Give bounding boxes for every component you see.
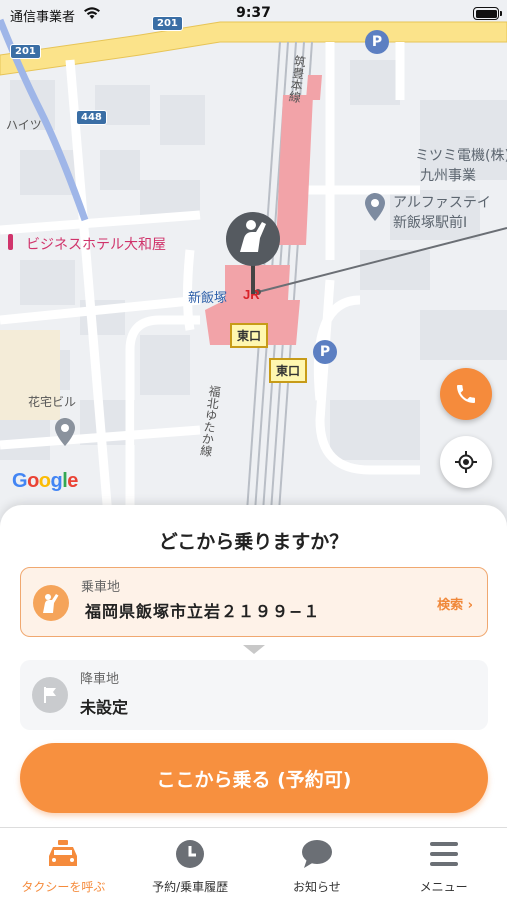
pickup-label: 乗車地 [81, 580, 121, 595]
map-label-hotel: ビジネスホテル大和屋 [26, 237, 166, 253]
dropoff-value: 未設定 [80, 698, 129, 717]
dropoff-label: 降車地 [80, 672, 120, 687]
battery-icon [473, 7, 502, 20]
flag-icon [32, 677, 68, 713]
map-label-east-exit: 東口 [230, 323, 269, 348]
chat-bubble-icon [300, 838, 334, 870]
map-label-mitsumi-1: ミツミ電機(株) [415, 148, 507, 164]
status-time: 9:37 [236, 5, 271, 21]
map-label-haitsu: ハイツ [6, 118, 42, 132]
current-location-button[interactable] [440, 436, 492, 488]
tab-label: タクシーを呼ぶ [21, 880, 106, 894]
map-view[interactable]: 新飯塚 JR ビジネスホテル大和屋 ミツミ電機(株) 九州事業 アルファステイ … [0, 0, 507, 540]
tab-label: 予約/乗車履歴 [152, 880, 229, 894]
crosshair-icon [455, 451, 477, 473]
taxi-icon [46, 838, 80, 870]
pickup-address: 福岡県飯塚市立岩２１９９−１ [85, 602, 321, 621]
search-link[interactable]: 検索 › [437, 594, 473, 613]
tab-notices[interactable]: お知らせ [254, 828, 381, 900]
ride-request-sheet: どこから乗りますか？ 乗車地 福岡県飯塚市立岩２１９９−１ 検索 › 降車地 未… [0, 505, 507, 827]
tab-label: メニュー [419, 880, 468, 894]
tab-label: お知らせ [292, 880, 341, 894]
hand-raise-person-icon [33, 585, 69, 621]
pickup-location-pin-icon [226, 212, 280, 294]
map-label-alpha-1: アルファステイ [393, 195, 491, 211]
poi-pin-icon [365, 193, 385, 221]
route-448-shield: 448 [76, 110, 107, 125]
google-logo: Google [12, 470, 78, 492]
map-label-mitsumi-2: 九州事業 [420, 168, 476, 184]
phone-icon [457, 385, 475, 403]
chevron-down-icon [243, 645, 265, 654]
map-label-alpha-2: 新飯塚駅前Ⅰ [393, 215, 468, 231]
sheet-title: どこから乗りますか？ [158, 531, 349, 553]
route-201-shield: 201 [10, 44, 41, 59]
dropoff-field[interactable]: 降車地 未設定 [20, 660, 488, 730]
ride-from-here-button[interactable]: ここから乗る (予約可) [20, 743, 488, 813]
map-label-station: 新飯塚 [188, 291, 228, 306]
hamburger-menu-icon [427, 838, 461, 870]
pickup-field[interactable]: 乗車地 福岡県飯塚市立岩２１９９−１ 検索 › [20, 567, 488, 637]
tab-reservation-history[interactable]: 予約/乗車履歴 [127, 828, 254, 900]
tab-bar: タクシーを呼ぶ 予約/乗車履歴 お知らせ メニュー [0, 827, 507, 900]
clock-icon [173, 838, 207, 870]
map-label-east-exit: 東口 [269, 358, 308, 383]
parking-icon: P [313, 340, 337, 364]
tab-call-taxi[interactable]: タクシーを呼ぶ [0, 828, 127, 900]
map-label-hanataku: 花宅ビル [28, 395, 77, 409]
hotel-marker-icon [8, 234, 13, 250]
status-bar: 通信事業者 9:37 [0, 0, 507, 28]
call-button[interactable] [440, 368, 492, 420]
poi-pin-icon [55, 418, 75, 446]
tab-menu[interactable]: メニュー [380, 828, 507, 900]
parking-icon: P [365, 30, 389, 54]
